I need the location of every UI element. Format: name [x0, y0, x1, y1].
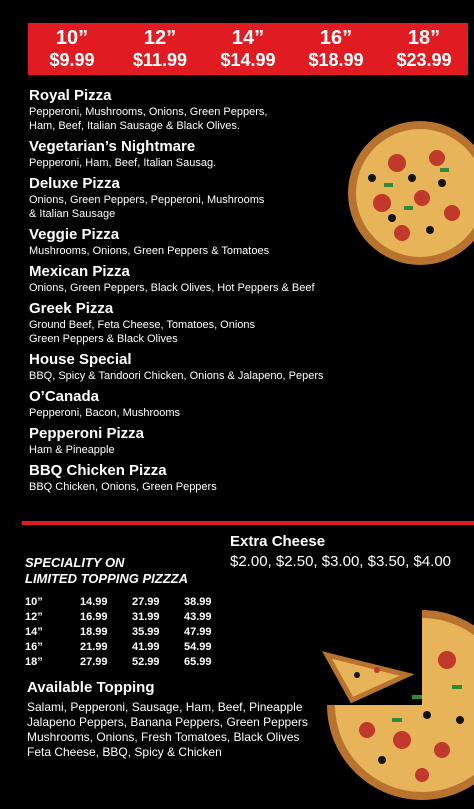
item-name: Royal Pizza [29, 87, 112, 104]
extra-cheese: Extra Cheese $2.00, $2.50, $3.00, $3.50,… [230, 533, 451, 570]
table-cell: 14.99 [80, 595, 108, 608]
menu-item: Vegetarian’s Nightmare Pepperoni, Ham, Be… [29, 138, 359, 170]
table-cell: 14” [25, 625, 43, 638]
item-desc: Onions, Green Peppers, Black Olives, Hot… [29, 282, 315, 294]
price-label: $14.99 [220, 50, 276, 70]
table-cell: 52.99 [132, 655, 160, 668]
item-name: Pepperoni Pizza [29, 425, 145, 442]
extra-cheese-prices: $2.00, $2.50, $3.00, $3.50, $4.00 [230, 553, 452, 570]
table-row: 18” 27.99 52.99 65.99 [25, 654, 236, 669]
speciality-title-line: SPECIALITY ON [25, 555, 125, 570]
price-col-16: 16” $18.99 [292, 23, 380, 75]
table-cell: 43.99 [184, 610, 212, 623]
item-desc: Onions, Green Peppers, Pepperoni, Mushro… [29, 194, 265, 206]
size-label: 12” [143, 27, 177, 49]
item-desc: Ham & Pineapple [29, 444, 115, 456]
menu-item: Royal Pizza Pepperoni, Mushrooms, Onions,… [29, 87, 359, 133]
table-cell: 10” [25, 595, 43, 608]
table-cell: 21.99 [80, 640, 108, 653]
item-desc: & Italian Sausage [29, 208, 116, 220]
item-desc: BBQ, Spicy & Tandoori Chicken, Onions & … [29, 370, 324, 382]
item-name: Deluxe Pizza [29, 175, 120, 192]
item-desc: BBQ Chicken, Onions, Green Peppers [29, 481, 217, 493]
price-col-18: 18” $23.99 [380, 23, 468, 75]
table-cell: 27.99 [80, 655, 108, 668]
table-row: 14” 18.99 35.99 47.99 [25, 624, 236, 639]
item-desc: Pepperoni, Bacon, Mushrooms [29, 407, 181, 419]
pizza-image-bottom [322, 610, 474, 800]
toppings-line: Feta Cheese, BBQ, Spicy & Chicken [27, 745, 222, 759]
table-cell: 41.99 [132, 640, 160, 653]
menu-item: Pepperoni Pizza Ham & Pineapple [29, 425, 359, 457]
table-cell: 16” [25, 640, 43, 653]
table-cell: 12” [25, 610, 43, 623]
price-col-10: 10” $9.99 [28, 23, 116, 75]
item-name: BBQ Chicken Pizza [29, 462, 167, 479]
price-label: $18.99 [308, 50, 364, 70]
extra-cheese-title: Extra Cheese [230, 533, 326, 550]
pizza-image-top [348, 121, 474, 265]
item-desc: Green Peppers & Black Olives [29, 333, 178, 345]
size-label: 14” [231, 27, 265, 49]
item-desc: Ham, Beef, Italian Sausage & Black Olive… [29, 120, 240, 132]
price-col-12: 12” $11.99 [116, 23, 204, 75]
item-name: Veggie Pizza [29, 226, 120, 243]
speciality-title-line: LIMITED TOPPING PIZZZA [25, 571, 188, 586]
price-label: $23.99 [396, 50, 452, 70]
speciality-price-table: 10” 14.99 27.99 38.99 12” 16.99 31.99 43.99 14… [25, 594, 236, 669]
menu-item: Mexican Pizza Onions, Green Peppers, Blac… [29, 263, 359, 295]
table-cell: 16.99 [80, 610, 108, 623]
table-cell: 35.99 [132, 625, 160, 638]
item-desc: Pepperoni, Mushrooms, Onions, Green Pepp… [29, 106, 268, 118]
price-header: 10” $9.99 12” $11.99 14” $14.99 16” $18.99 1… [28, 23, 468, 75]
toppings-line: Mushrooms, Onions, Fresh Tomatoes, Black… [27, 730, 300, 744]
table-row: 16” 21.99 41.99 54.99 [25, 639, 236, 654]
table-cell: 54.99 [184, 640, 212, 653]
toppings-line: Salami, Pepperoni, Sausage, Ham, Beef, P… [27, 700, 303, 714]
item-name: Mexican Pizza [29, 263, 130, 280]
item-name: Greek Pizza [29, 300, 114, 317]
table-row: 12” 16.99 31.99 43.99 [25, 609, 236, 624]
table-cell: 38.99 [184, 595, 212, 608]
table-cell: 18.99 [80, 625, 108, 638]
menu-item: BBQ Chicken Pizza BBQ Chicken, Onions, Gr… [29, 462, 359, 494]
table-cell: 65.99 [184, 655, 212, 668]
table-cell: 27.99 [132, 595, 160, 608]
item-desc: Mushrooms, Onions, Green Peppers & Tomat… [29, 245, 270, 257]
pizza-menu: Royal Pizza Pepperoni, Mushrooms, Onions,… [29, 87, 359, 499]
menu-item: House Special BBQ, Spicy & Tandoori Chick… [29, 351, 359, 383]
toppings-title: Available Topping [27, 679, 155, 696]
table-cell: 47.99 [184, 625, 212, 638]
item-name: Vegetarian’s Nightmare [29, 138, 196, 155]
size-label: 16” [319, 27, 353, 49]
menu-item: Deluxe Pizza Onions, Green Peppers, Peppe… [29, 175, 359, 221]
menu-item: O’Canada Pepperoni, Bacon, Mushrooms [29, 388, 359, 420]
table-row: 10” 14.99 27.99 38.99 [25, 594, 236, 609]
item-name: O’Canada [29, 388, 100, 405]
price-col-14: 14” $14.99 [204, 23, 292, 75]
price-label: $9.99 [49, 50, 95, 70]
available-toppings: Available Topping Salami, Pepperoni, Sau… [27, 679, 308, 760]
item-desc: Pepperoni, Ham, Beef, Italian Sausag. [29, 157, 217, 169]
size-label: 18” [407, 27, 441, 49]
speciality-title: SPECIALITY ON LIMITED TOPPING PIZZZA [25, 555, 188, 587]
menu-item: Greek Pizza Ground Beef, Feta Cheese, Tom… [29, 300, 359, 346]
table-cell: 18” [25, 655, 43, 668]
table-cell: 31.99 [132, 610, 160, 623]
menu-item: Veggie Pizza Mushrooms, Onions, Green Pep… [29, 226, 359, 258]
toppings-line: Jalapeno Peppers, Banana Peppers, Green … [27, 715, 308, 729]
item-name: House Special [29, 351, 132, 368]
size-label: 10” [55, 27, 89, 49]
price-label: $11.99 [132, 50, 188, 70]
item-desc: Ground Beef, Feta Cheese, Tomatoes, Onio… [29, 319, 256, 331]
section-divider [22, 521, 474, 525]
